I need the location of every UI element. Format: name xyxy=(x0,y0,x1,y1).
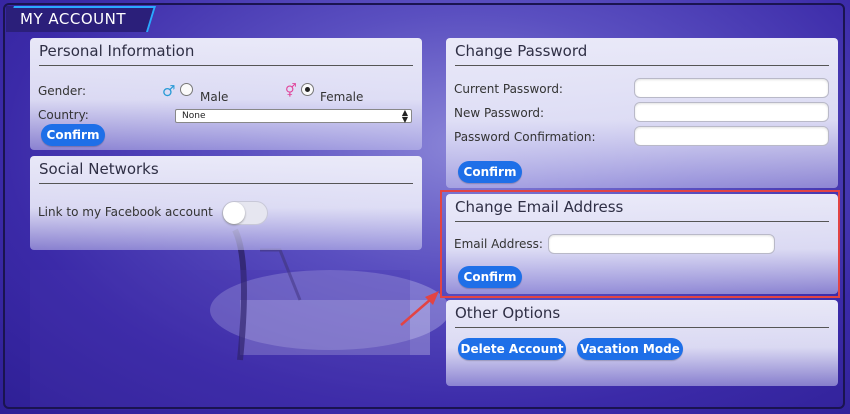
female-radio[interactable] xyxy=(301,83,314,96)
panel-title: Other Options xyxy=(455,304,561,322)
male-icon: ♂ xyxy=(162,82,176,100)
panel-title: Social Networks xyxy=(39,160,159,178)
new-password-label: New Password: xyxy=(454,106,545,120)
divider xyxy=(455,65,829,66)
toggle-knob xyxy=(223,202,245,224)
divider xyxy=(455,327,829,328)
country-label: Country: xyxy=(38,108,89,122)
personal-confirm-button[interactable]: Confirm xyxy=(41,124,105,146)
password-confirmation-label: Password Confirmation: xyxy=(454,130,596,144)
delete-account-button[interactable]: Delete Account xyxy=(458,338,566,360)
change-password-panel: Change Password Current Password: New Pa… xyxy=(446,38,838,188)
select-arrows-icon: ▲ ▼ xyxy=(401,108,408,124)
current-password-input[interactable] xyxy=(634,78,829,98)
highlight-box xyxy=(440,190,840,298)
facebook-label: Link to my Facebook account xyxy=(38,205,213,219)
current-password-label: Current Password: xyxy=(454,82,563,96)
country-select-value: None xyxy=(182,111,206,121)
male-label: Male xyxy=(200,90,229,104)
divider xyxy=(39,65,413,66)
female-icon: ⚥ xyxy=(285,84,297,99)
female-label: Female xyxy=(320,90,364,104)
facebook-toggle[interactable] xyxy=(222,201,268,225)
panel-title: Personal Information xyxy=(39,42,195,60)
male-radio[interactable] xyxy=(180,83,193,96)
personal-information-panel: Personal Information Gender: ♂ Male ⚥ Fe… xyxy=(30,38,422,150)
country-select[interactable]: None ▲ ▼ xyxy=(175,108,412,124)
divider xyxy=(39,183,413,184)
tab-border xyxy=(6,6,156,32)
vacation-mode-button[interactable]: Vacation Mode xyxy=(577,338,683,360)
other-options-panel: Other Options Delete Account Vacation Mo… xyxy=(446,300,838,386)
panel-title: Change Password xyxy=(455,42,588,60)
password-confirm-button[interactable]: Confirm xyxy=(458,161,522,183)
account-screen: MY ACCOUNT Personal Information Gender: … xyxy=(0,0,850,414)
social-networks-panel: Social Networks Link to my Facebook acco… xyxy=(30,156,422,250)
password-confirmation-input[interactable] xyxy=(634,126,829,146)
new-password-input[interactable] xyxy=(634,102,829,122)
gender-label: Gender: xyxy=(38,84,87,98)
